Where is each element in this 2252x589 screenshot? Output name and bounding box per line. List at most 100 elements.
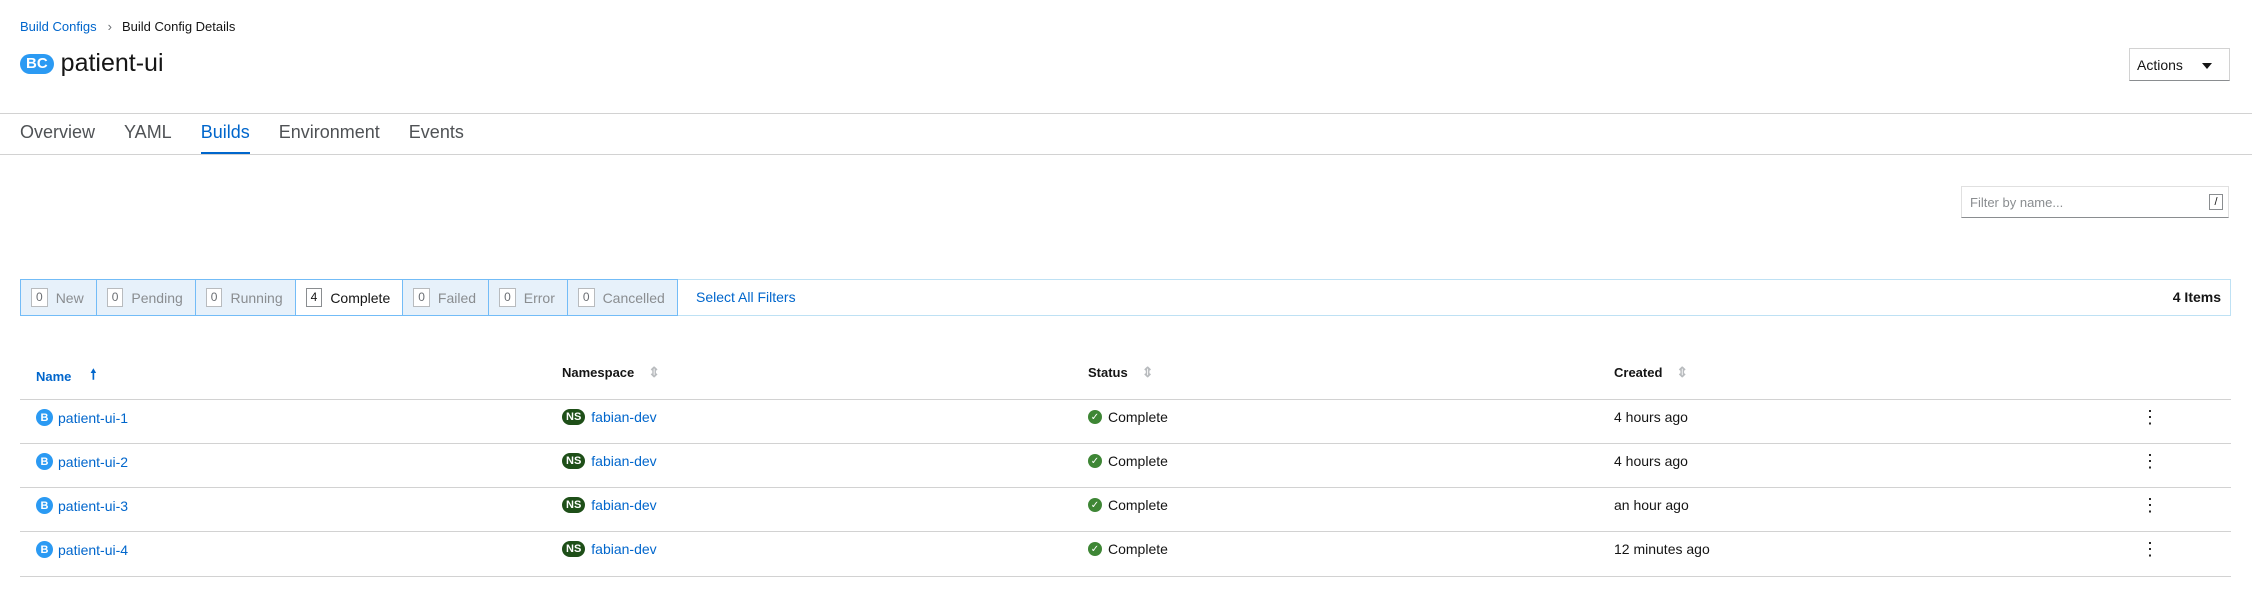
table-row-status: ✓ Complete	[1088, 453, 1168, 469]
column-header-created[interactable]: Created ⇕	[1614, 364, 1688, 381]
table-row-name: B patient-ui-3	[36, 497, 128, 514]
kebab-icon[interactable]: ⋮	[2141, 408, 2159, 426]
column-header-label: Status	[1088, 365, 1128, 380]
build-badge-icon: B	[36, 497, 53, 514]
kebab-icon[interactable]: ⋮	[2141, 540, 2159, 558]
table-row-status: ✓ Complete	[1088, 409, 1168, 425]
table-row-created: 4 hours ago	[1614, 409, 1688, 425]
items-count: 4 Items	[2172, 289, 2221, 305]
check-circle-icon: ✓	[1088, 542, 1102, 556]
divider	[20, 443, 2231, 444]
build-badge-icon: B	[36, 409, 53, 426]
keyboard-shortcut-hint: /	[2209, 194, 2223, 210]
filter-chip-error[interactable]: 0 Error	[488, 279, 568, 316]
chevron-right-icon: ›	[107, 19, 112, 34]
table-row-status: ✓ Complete	[1088, 541, 1168, 557]
column-header-name[interactable]: Name 🠕	[36, 364, 96, 388]
filter-count: 0	[499, 288, 516, 307]
build-link[interactable]: patient-ui-1	[58, 410, 128, 426]
arrow-up-icon: 🠕	[90, 366, 97, 382]
page-title: BC patient-ui	[20, 49, 164, 78]
filter-label: New	[55, 289, 84, 306]
tab-bar: Overview YAML Builds Environment Events	[20, 122, 493, 155]
filter-chip-new[interactable]: 0 New	[20, 279, 97, 316]
filter-by-name-input[interactable]: Filter by name... /	[1961, 186, 2229, 218]
filter-count: 0	[106, 288, 124, 307]
status-text: Complete	[1108, 453, 1168, 469]
table-row-namespace: NS fabian-dev	[562, 497, 657, 513]
page-title-text: patient-ui	[60, 49, 164, 77]
select-all-filters-link[interactable]: Select All Filters	[696, 289, 796, 305]
tab-events[interactable]: Events	[409, 122, 464, 155]
namespace-link[interactable]: fabian-dev	[591, 409, 656, 425]
actions-dropdown[interactable]: Actions	[2129, 48, 2230, 81]
breadcrumb-current: Build Config Details	[121, 19, 236, 34]
filter-placeholder: Filter by name...	[1970, 194, 2064, 210]
kebab-icon[interactable]: ⋮	[2141, 496, 2159, 514]
table-row-name: B patient-ui-4	[36, 541, 128, 558]
build-link[interactable]: patient-ui-2	[58, 454, 128, 470]
filter-label: Cancelled	[602, 289, 665, 306]
table-row-name: B patient-ui-1	[36, 409, 128, 426]
build-link[interactable]: patient-ui-4	[58, 542, 128, 558]
table-row-name: B patient-ui-2	[36, 453, 128, 470]
build-badge-icon: B	[36, 453, 53, 470]
table-row-namespace: NS fabian-dev	[562, 541, 657, 557]
filter-count: 0	[413, 288, 430, 307]
status-text: Complete	[1108, 497, 1168, 513]
filter-label: Error	[523, 289, 555, 306]
filter-count: 4	[305, 288, 323, 307]
column-header-label: Namespace	[562, 365, 635, 380]
table-row-created: 12 minutes ago	[1614, 541, 1710, 557]
table-row-namespace: NS fabian-dev	[562, 409, 657, 425]
filter-chip-failed[interactable]: 0 Failed	[402, 279, 490, 316]
actions-label: Actions	[2137, 56, 2183, 73]
filter-count: 0	[205, 288, 223, 307]
filter-chip-cancelled[interactable]: 0 Cancelled	[566, 279, 678, 316]
table-row-status: ✓ Complete	[1088, 497, 1168, 513]
check-circle-icon: ✓	[1088, 410, 1102, 424]
tab-yaml[interactable]: YAML	[124, 122, 172, 155]
column-header-namespace[interactable]: Namespace ⇕	[562, 364, 660, 381]
divider	[0, 154, 2252, 155]
namespace-link[interactable]: fabian-dev	[591, 497, 656, 513]
breadcrumb-link-build-configs[interactable]: Build Configs	[20, 19, 97, 34]
kebab-icon[interactable]: ⋮	[2141, 452, 2159, 470]
namespace-link[interactable]: fabian-dev	[591, 453, 656, 469]
table-row-created: 4 hours ago	[1614, 453, 1688, 469]
table-row-created: an hour ago	[1614, 497, 1689, 513]
column-header-status[interactable]: Status ⇕	[1088, 364, 1153, 381]
divider	[20, 399, 2231, 400]
filter-label: Pending	[131, 289, 183, 306]
divider	[20, 576, 2231, 577]
build-link[interactable]: patient-ui-3	[58, 498, 128, 514]
namespace-link[interactable]: fabian-dev	[591, 541, 656, 557]
filter-label: Running	[230, 289, 283, 306]
check-circle-icon: ✓	[1088, 454, 1102, 468]
check-circle-icon: ✓	[1088, 498, 1102, 512]
tab-overview[interactable]: Overview	[20, 122, 95, 155]
status-filter-group: 0 New 0 Pending 0 Running 4 Complete 0 F…	[20, 279, 678, 316]
filter-label: Complete	[330, 289, 391, 306]
namespace-badge-icon: NS	[562, 453, 586, 469]
namespace-badge-icon: NS	[562, 541, 586, 557]
filter-chip-running[interactable]: 0 Running	[194, 279, 296, 316]
namespace-badge-icon: NS	[562, 409, 586, 425]
filter-chip-complete[interactable]: 4 Complete	[294, 279, 404, 316]
filter-label: Failed	[437, 289, 477, 306]
filter-count: 0	[577, 288, 595, 307]
column-header-label: Name	[36, 368, 72, 384]
status-filter-toolbar: 0 New 0 Pending 0 Running 4 Complete 0 F…	[20, 279, 2231, 316]
filter-chip-pending[interactable]: 0 Pending	[95, 279, 196, 316]
filter-count: 0	[31, 288, 48, 307]
tab-environment[interactable]: Environment	[279, 122, 380, 155]
tab-builds[interactable]: Builds	[200, 122, 250, 155]
caret-down-icon	[2202, 63, 2212, 69]
divider	[20, 487, 2231, 488]
build-config-badge: BC	[20, 53, 54, 74]
breadcrumb: Build Configs › Build Config Details	[20, 19, 235, 34]
sort-icon: ⇕	[648, 364, 661, 380]
column-header-label: Created	[1614, 365, 1663, 380]
sort-icon: ⇕	[1676, 364, 1689, 380]
build-badge-icon: B	[36, 541, 53, 558]
